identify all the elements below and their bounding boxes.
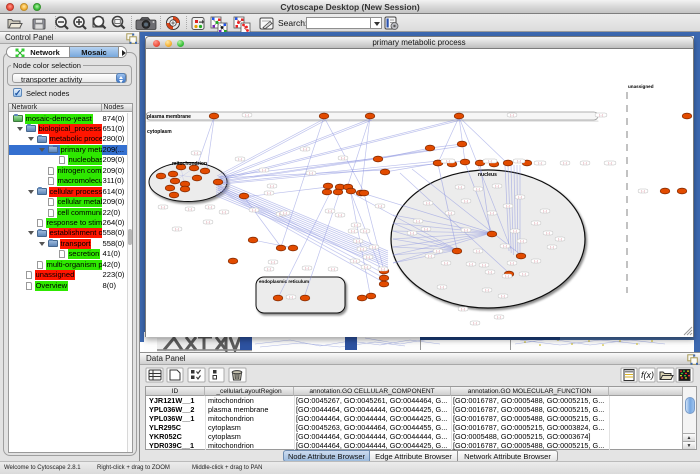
svg-text:[...]: [...] <box>409 231 413 235</box>
svg-text:[...]: [...] <box>352 259 356 263</box>
svg-text:[...]: [...] <box>207 205 211 209</box>
svg-text:[...]: [...] <box>205 220 209 224</box>
svg-text:[...]: [...] <box>269 184 273 188</box>
svg-text:[...]: [...] <box>460 307 464 311</box>
svg-text:endoplasmic reticulum: endoplasmic reticulum <box>259 279 309 284</box>
svg-text:[...]: [...] <box>302 147 306 151</box>
svg-text:[...]: [...] <box>487 270 491 274</box>
svg-text:[...]: [...] <box>174 227 178 231</box>
svg-text:[...]: [...] <box>261 168 265 172</box>
svg-text:[...]: [...] <box>365 255 369 259</box>
svg-text:[...]: [...] <box>380 267 384 271</box>
svg-text:[...]: [...] <box>304 266 308 270</box>
svg-text:[...]: [...] <box>509 261 513 265</box>
svg-text:[...]: [...] <box>509 113 513 117</box>
svg-text:[...]: [...] <box>221 210 225 214</box>
svg-text:[...]: [...] <box>500 294 504 298</box>
svg-text:[...]: [...] <box>496 315 500 319</box>
svg-text:[...]: [...] <box>308 171 312 175</box>
svg-text:[...]: [...] <box>505 204 509 208</box>
svg-text:[...]: [...] <box>355 239 359 243</box>
svg-text:[...]: [...] <box>545 231 549 235</box>
svg-text:[...]: [...] <box>282 211 286 215</box>
svg-text:[...]: [...] <box>481 263 485 267</box>
svg-text:[...]: [...] <box>371 245 375 249</box>
svg-text:[...]: [...] <box>337 213 341 217</box>
svg-text:mitochondrion: mitochondrion <box>172 161 207 167</box>
svg-text:[...]: [...] <box>266 191 270 195</box>
svg-text:[...]: [...] <box>489 211 493 215</box>
svg-text:[...]: [...] <box>487 159 491 163</box>
svg-text:[...]: [...] <box>377 204 381 208</box>
svg-text:[...]: [...] <box>542 209 546 213</box>
svg-text:[...]: [...] <box>557 237 561 241</box>
svg-text:cytoplasm: cytoplasm <box>147 129 172 135</box>
svg-text:[...]: [...] <box>443 261 447 265</box>
svg-text:[...]: [...] <box>533 221 537 225</box>
svg-text:[...]: [...] <box>237 157 241 161</box>
svg-text:[...]: [...] <box>327 209 331 213</box>
svg-text:[...]: [...] <box>484 288 488 292</box>
svg-text:[...]: [...] <box>359 247 363 251</box>
svg-text:[...]: [...] <box>512 229 516 233</box>
svg-text:[...]: [...] <box>521 272 525 276</box>
svg-text:[...]: [...] <box>582 161 586 165</box>
svg-text:[...]: [...] <box>472 321 476 325</box>
svg-text:[...]: [...] <box>447 211 451 215</box>
svg-text:unassigned: unassigned <box>628 84 654 89</box>
svg-text:[...]: [...] <box>187 207 191 211</box>
svg-text:[...]: [...] <box>598 113 602 117</box>
svg-text:[...]: [...] <box>193 151 197 155</box>
svg-text:[...]: [...] <box>517 195 521 199</box>
svg-text:[...]: [...] <box>435 249 439 253</box>
svg-text:[...]: [...] <box>350 229 354 233</box>
svg-text:[...]: [...] <box>353 223 357 227</box>
svg-text:[...]: [...] <box>425 201 429 205</box>
svg-text:[...]: [...] <box>427 254 431 258</box>
svg-text:[...]: [...] <box>340 156 344 160</box>
svg-text:[...]: [...] <box>288 295 292 299</box>
svg-text:[...]: [...] <box>463 228 467 232</box>
svg-text:[...]: [...] <box>516 159 520 163</box>
svg-text:[...]: [...] <box>362 229 366 233</box>
svg-text:[...]: [...] <box>457 185 461 189</box>
svg-text:[...]: [...] <box>519 239 523 243</box>
svg-text:[...]: [...] <box>549 245 553 249</box>
svg-text:[...]: [...] <box>537 161 541 165</box>
svg-text:[...]: [...] <box>423 227 427 231</box>
svg-text:[...]: [...] <box>607 161 611 165</box>
svg-text:[...]: [...] <box>266 267 270 271</box>
svg-text:[...]: [...] <box>504 274 508 278</box>
svg-text:[...]: [...] <box>415 219 419 223</box>
svg-text:[...]: [...] <box>463 199 467 203</box>
svg-text:[...]: [...] <box>363 265 367 269</box>
svg-text:nucleus: nucleus <box>478 172 497 178</box>
svg-text:[...]: [...] <box>640 189 644 193</box>
svg-text:[...]: [...] <box>475 249 479 253</box>
svg-text:[...]: [...] <box>445 159 449 163</box>
svg-text:f(x): f(x) <box>641 370 654 380</box>
svg-text:[...]: [...] <box>251 208 255 212</box>
svg-text:[...]: [...] <box>270 260 274 264</box>
svg-text:[...]: [...] <box>562 161 566 165</box>
svg-text:[...]: [...] <box>533 259 537 263</box>
svg-text:[...]: [...] <box>502 244 506 248</box>
svg-text:[...]: [...] <box>475 187 479 191</box>
svg-text:plasma membrane: plasma membrane <box>147 114 191 120</box>
svg-text:[...]: [...] <box>439 285 443 289</box>
svg-text:[...]: [...] <box>468 262 472 266</box>
svg-text:[...]: [...] <box>330 267 334 271</box>
svg-text:[...]: [...] <box>494 184 498 188</box>
svg-text:[...]: [...] <box>160 205 164 209</box>
svg-text:[...]: [...] <box>244 113 248 117</box>
